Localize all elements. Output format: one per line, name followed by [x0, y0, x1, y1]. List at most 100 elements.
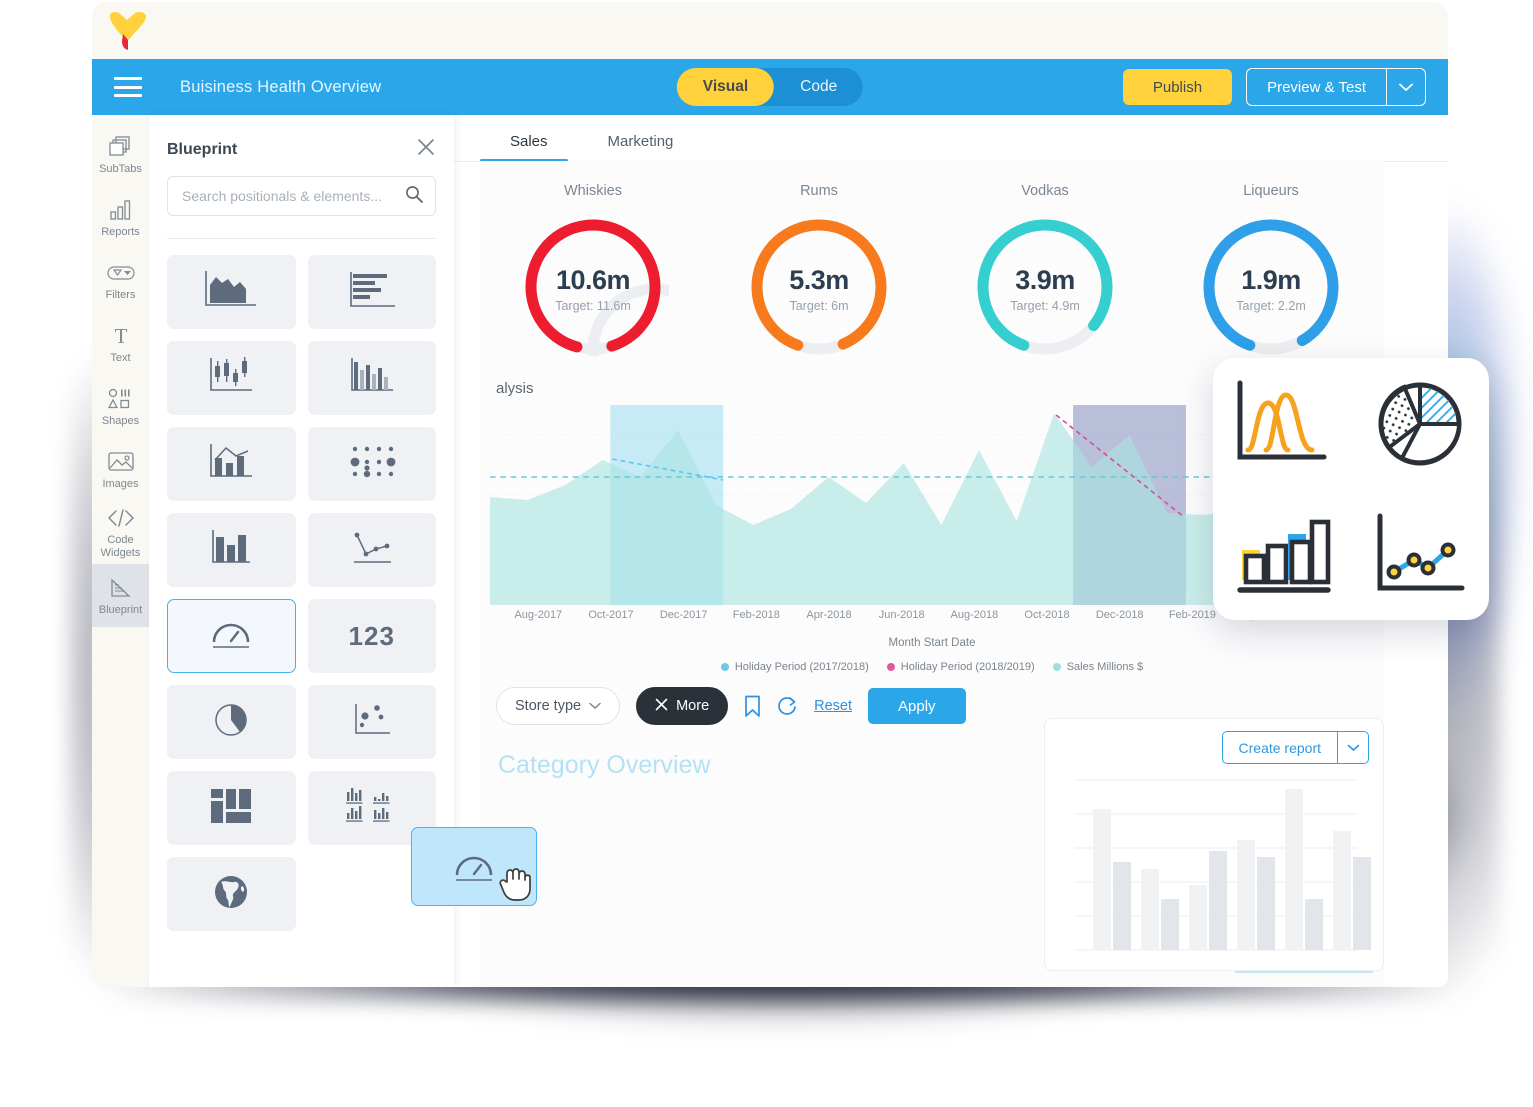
screenshot-stage: Buisiness Health Overview Visual Code Pu… [0, 0, 1533, 1107]
sidebar-item-label: Images [102, 477, 139, 490]
gauge-icon [202, 613, 260, 660]
blueprint-panel-header: Blueprint [167, 115, 436, 176]
line-chart-tile[interactable] [307, 513, 436, 587]
pie-chart-tile[interactable] [167, 685, 296, 759]
x-tick: Dec-2017 [659, 609, 708, 621]
gauge-chart-tile[interactable] [167, 599, 296, 673]
close-icon[interactable] [416, 137, 436, 162]
gauge-dial: 10.6m Target: 11.6m [517, 211, 723, 419]
sidebar-item-reports[interactable]: Reports [92, 186, 149, 249]
column-chart-tile[interactable] [167, 513, 296, 587]
sidebar-item-images[interactable]: Images [92, 438, 149, 501]
density-curve-icon[interactable] [1232, 377, 1332, 471]
brand-bar [92, 2, 1448, 59]
sidebar-item-label: Filters [105, 288, 136, 301]
tab-code[interactable]: Code [774, 68, 863, 106]
gauge-value: 10.6m [555, 265, 631, 295]
more-filters-button[interactable]: More [636, 687, 729, 725]
blueprint-icon [109, 575, 133, 601]
kpi-number-tile[interactable]: 123 [307, 599, 436, 673]
chevron-down-icon[interactable] [1386, 69, 1425, 105]
line-chart-icon [343, 527, 401, 574]
scatter-chart-icon [343, 699, 401, 746]
bubble-matrix-tile[interactable] [307, 427, 436, 501]
legend-swatch [720, 663, 729, 671]
page-title: Buisiness Health Overview [180, 77, 382, 96]
histogram-icon [343, 355, 401, 402]
refresh-icon[interactable] [777, 695, 798, 717]
gauge-whiskies[interactable]: Whiskies 10.6m Target: 11.6m [480, 183, 723, 419]
shapes-icon [107, 386, 134, 412]
area-chart-tile[interactable] [167, 255, 296, 329]
reports-bar-icon [109, 197, 133, 223]
chevron-down-icon[interactable] [1337, 732, 1368, 763]
legend-item[interactable]: Sales Millions $ [1052, 661, 1143, 673]
sidebar-item-filters[interactable]: Filters [92, 249, 149, 312]
sidebar-item-code-widgets[interactable]: Code Widgets [92, 501, 149, 564]
gauge-rums[interactable]: Rums 5.3m Target: 6m [706, 183, 932, 356]
gauge-label: Vodkas [1021, 183, 1069, 199]
preview-and-test-button[interactable]: Preview & Test [1246, 68, 1426, 106]
map-chart-tile[interactable] [167, 857, 296, 931]
area-chart-icon [202, 269, 260, 316]
dashboard-tabs: Sales Marketing [454, 115, 1448, 162]
horizontal-bar-tile[interactable] [307, 255, 436, 329]
blueprint-panel-title: Blueprint [167, 140, 238, 158]
gauge-value: 1.9m [1241, 265, 1301, 295]
sidebar-item-subtabs[interactable]: SubTabs [92, 123, 149, 186]
report-preview-bar-chart [1075, 779, 1371, 951]
preview-and-test-label[interactable]: Preview & Test [1247, 69, 1386, 105]
svg-text:T: T [114, 325, 127, 347]
search-input[interactable] [180, 187, 405, 205]
sidebar-item-text[interactable]: T Text [92, 312, 149, 375]
sidebar-item-label: Blueprint [98, 603, 143, 616]
kpi-gauge-row: Whiskies 10.6m Target: 11.6m Rums 5.3m T… [480, 161, 1384, 419]
more-label: More [676, 698, 710, 714]
x-tick: Feb-2018 [732, 609, 780, 621]
candlestick-tile[interactable] [167, 341, 296, 415]
create-report-label[interactable]: Create report [1223, 732, 1337, 763]
x-tick: Dec-2018 [1095, 609, 1144, 621]
apply-button[interactable]: Apply [868, 688, 966, 724]
pie-chart-icon[interactable] [1372, 377, 1468, 471]
store-type-label: Store type [515, 698, 582, 714]
horizontal-bar-icon [343, 269, 401, 316]
close-x-icon[interactable] [655, 698, 668, 715]
grab-hand-cursor [499, 868, 531, 901]
scatter-chart-tile[interactable] [307, 685, 436, 759]
gauge-dial: 1.9m Target: 2.2m [1195, 211, 1347, 356]
treemap-icon [205, 785, 257, 832]
histogram-tile[interactable] [307, 341, 436, 415]
create-report-button[interactable]: Create report [1221, 731, 1369, 764]
search-icon[interactable] [405, 185, 423, 208]
tab-marketing[interactable]: Marketing [578, 133, 704, 161]
x-tick: Aug-2017 [514, 609, 563, 621]
gauge-liqueurs[interactable]: Liqueurs 1.9m Target: 2.2m [1158, 183, 1384, 356]
reset-button[interactable]: Reset [814, 698, 852, 714]
line-chart-icon[interactable] [1370, 508, 1470, 602]
search-box[interactable] [167, 176, 436, 216]
gauge-vodkas[interactable]: Vodkas 3.9m Target: 4.9m [932, 183, 1158, 356]
chevron-down-icon[interactable] [589, 698, 601, 714]
legend-item[interactable]: Holiday Period (2018/2019) [886, 661, 1035, 673]
gauge-label: Liqueurs [1243, 183, 1299, 199]
publish-button[interactable]: Publish [1122, 69, 1233, 105]
blueprint-panel: Blueprint Search positionals & elements.… [149, 115, 454, 987]
gauge-target: Target: 11.6m [555, 299, 631, 313]
sidebar-item-blueprint[interactable]: Blueprint [92, 564, 149, 627]
sidebar-item-shapes[interactable]: Shapes [92, 375, 149, 438]
tab-visual[interactable]: Visual [676, 68, 775, 106]
hamburger-menu-icon[interactable] [114, 77, 142, 97]
pie-chart-icon [207, 697, 255, 748]
tab-sales[interactable]: Sales [480, 133, 578, 162]
store-type-filter[interactable]: Store type [496, 687, 621, 725]
gauge-target: Target: 6m [789, 299, 849, 313]
combo-chart-tile[interactable] [167, 427, 296, 501]
legend-swatch [1052, 663, 1061, 671]
bar-chart-icon[interactable] [1232, 508, 1332, 602]
globe-map-icon [208, 869, 254, 920]
legend-item[interactable]: Holiday Period (2017/2018) [720, 661, 869, 673]
x-tick: Aug-2018 [950, 609, 999, 621]
bookmark-icon[interactable] [744, 695, 761, 718]
treemap-tile[interactable] [167, 771, 296, 845]
